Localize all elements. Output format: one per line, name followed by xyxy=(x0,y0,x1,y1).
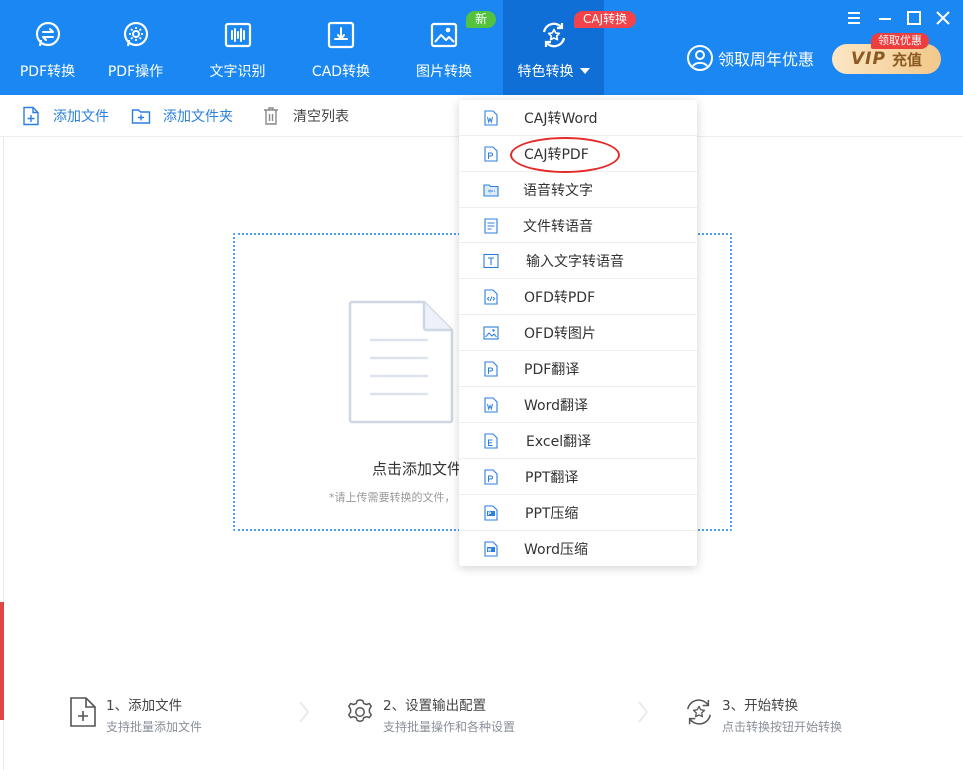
add-folder-icon xyxy=(131,109,151,124)
nav-label: PDF转换 xyxy=(19,64,76,80)
clear-list-button[interactable]: 清空列表 xyxy=(261,95,349,137)
menu-item-ofd-to-image[interactable]: OFD转图片 xyxy=(459,315,697,351)
menu-item-text-input-to-speech[interactable]: 输入文字转语音 xyxy=(459,243,697,279)
word-file-icon xyxy=(484,397,498,413)
cad-convert-icon xyxy=(327,21,355,49)
vip-discount-badge: 领取优惠 xyxy=(871,33,929,49)
menu-item-label: Excel翻译 xyxy=(526,434,592,450)
settings-gear-icon xyxy=(348,699,372,723)
menu-item-caj-to-word[interactable]: CAJ转Word xyxy=(459,100,697,136)
nav-label-featured: 特色转换 xyxy=(518,61,590,81)
vip-action-label: 充值 xyxy=(891,50,922,69)
nav-text-recognition[interactable]: 文字识别 xyxy=(200,0,275,95)
pdf-convert-icon xyxy=(35,21,60,47)
add-file-icon xyxy=(23,106,39,126)
vip-label: VIP xyxy=(851,49,886,69)
step-start-convert: 3、开始转换 点击转换按钮开始转换 xyxy=(684,694,842,735)
anniversary-promo-link[interactable]: 领取周年优惠 xyxy=(686,44,814,72)
chevron-right-icon xyxy=(299,701,310,723)
word-file-icon xyxy=(484,110,498,126)
user-avatar-icon xyxy=(687,45,713,71)
add-folder-label: 添加文件夹 xyxy=(163,109,233,125)
minimize-icon[interactable] xyxy=(876,9,894,27)
caret-down-icon xyxy=(579,68,590,74)
left-edge-accent xyxy=(0,602,4,720)
drop-zone-title: 点击添加文件 xyxy=(372,460,463,478)
menu-item-label: PPT压缩 xyxy=(525,506,579,522)
add-file-label: 添加文件 xyxy=(53,109,109,125)
nav-label: 特色转换 xyxy=(517,64,574,80)
menu-item-ppt-compress[interactable]: PPT压缩 xyxy=(459,495,697,531)
new-badge: 新 xyxy=(466,11,497,28)
maximize-icon[interactable] xyxy=(905,9,923,27)
nav-cad-convert[interactable]: CAD转换 xyxy=(302,0,380,95)
text-input-icon xyxy=(483,253,499,269)
step-title: 1、添加文件 xyxy=(106,698,183,714)
pdf-operate-icon xyxy=(123,21,148,47)
audio-file-icon xyxy=(483,184,499,197)
code-file-icon xyxy=(484,289,498,305)
trash-icon xyxy=(264,107,278,125)
ppt-compress-icon xyxy=(484,505,498,521)
step-output-settings: 2、设置输出配置 支持批量操作和各种设置 xyxy=(345,694,515,735)
menu-item-label: PDF翻译 xyxy=(524,362,580,378)
highlight-annotation xyxy=(510,137,620,173)
nav-pdf-convert[interactable]: PDF转换 xyxy=(10,0,85,95)
document-placeholder-icon xyxy=(348,300,454,424)
step-desc: 支持批量添加文件 xyxy=(106,720,203,734)
menu-item-label: CAJ转Word xyxy=(524,111,598,127)
promo-label: 领取周年优惠 xyxy=(718,50,815,69)
step-add-file: 1、添加文件 支持批量添加文件 xyxy=(68,694,202,735)
start-convert-icon xyxy=(687,699,711,725)
pdf-file-icon xyxy=(484,146,498,162)
nav-label: 图片转换 xyxy=(416,64,472,80)
menu-item-pdf-translate[interactable]: PDF翻译 xyxy=(459,351,697,387)
text-recognition-icon xyxy=(224,22,251,48)
featured-convert-icon xyxy=(542,22,565,48)
menu-item-ofd-to-pdf[interactable]: OFD转PDF xyxy=(459,279,697,315)
word-compress-icon xyxy=(484,541,498,557)
step-desc: 支持批量操作和各种设置 xyxy=(383,720,516,734)
drop-zone-hint: *请上传需要转换的文件， xyxy=(329,491,456,504)
add-folder-button[interactable]: 添加文件夹 xyxy=(131,95,233,137)
menu-item-label: Word压缩 xyxy=(524,542,588,558)
caj-badge: CAJ转换 xyxy=(574,11,637,28)
image-convert-icon xyxy=(430,22,458,48)
pdf-file-icon xyxy=(484,361,498,377)
close-icon[interactable] xyxy=(934,9,952,27)
document-icon xyxy=(484,218,498,234)
menu-icon[interactable] xyxy=(845,9,863,27)
menu-item-label: OFD转图片 xyxy=(524,326,596,342)
nav-label: PDF操作 xyxy=(107,64,164,80)
menu-item-speech-to-text[interactable]: 语音转文字 xyxy=(459,172,697,208)
step-title: 2、设置输出配置 xyxy=(383,698,487,714)
menu-item-label: 输入文字转语音 xyxy=(526,254,624,270)
chevron-right-icon xyxy=(638,701,649,723)
excel-file-icon xyxy=(484,433,498,449)
app-window: PDF转换 PDF操作 文字识别 CAD转换 图片转换 特色转换 新 CAJ转换… xyxy=(0,0,963,770)
menu-item-label: Word翻译 xyxy=(524,398,588,414)
image-file-icon xyxy=(483,326,499,340)
menu-item-label: 文件转语音 xyxy=(523,219,593,235)
menu-item-label: 语音转文字 xyxy=(523,183,593,199)
menu-item-label: PPT翻译 xyxy=(525,470,579,486)
add-file-button[interactable]: 添加文件 xyxy=(21,95,109,137)
step-desc: 点击转换按钮开始转换 xyxy=(722,720,843,734)
menu-item-file-to-speech[interactable]: 文件转语音 xyxy=(459,208,697,244)
menu-item-label: OFD转PDF xyxy=(524,290,596,306)
add-file-icon xyxy=(70,697,96,727)
ppt-file-icon xyxy=(484,469,498,485)
menu-item-excel-translate[interactable]: Excel翻译 xyxy=(459,423,697,459)
nav-pdf-operate[interactable]: PDF操作 xyxy=(98,0,173,95)
nav-label: 文字识别 xyxy=(209,64,266,80)
menu-item-word-translate[interactable]: Word翻译 xyxy=(459,387,697,423)
menu-item-word-compress[interactable]: Word压缩 xyxy=(459,531,697,567)
clear-list-label: 清空列表 xyxy=(293,109,349,125)
menu-item-ppt-translate[interactable]: PPT翻译 xyxy=(459,459,697,495)
top-navigation-bar: PDF转换 PDF操作 文字识别 CAD转换 图片转换 特色转换 新 CAJ转换… xyxy=(0,0,963,95)
nav-label: CAD转换 xyxy=(311,64,371,80)
step-title: 3、开始转换 xyxy=(722,698,799,714)
